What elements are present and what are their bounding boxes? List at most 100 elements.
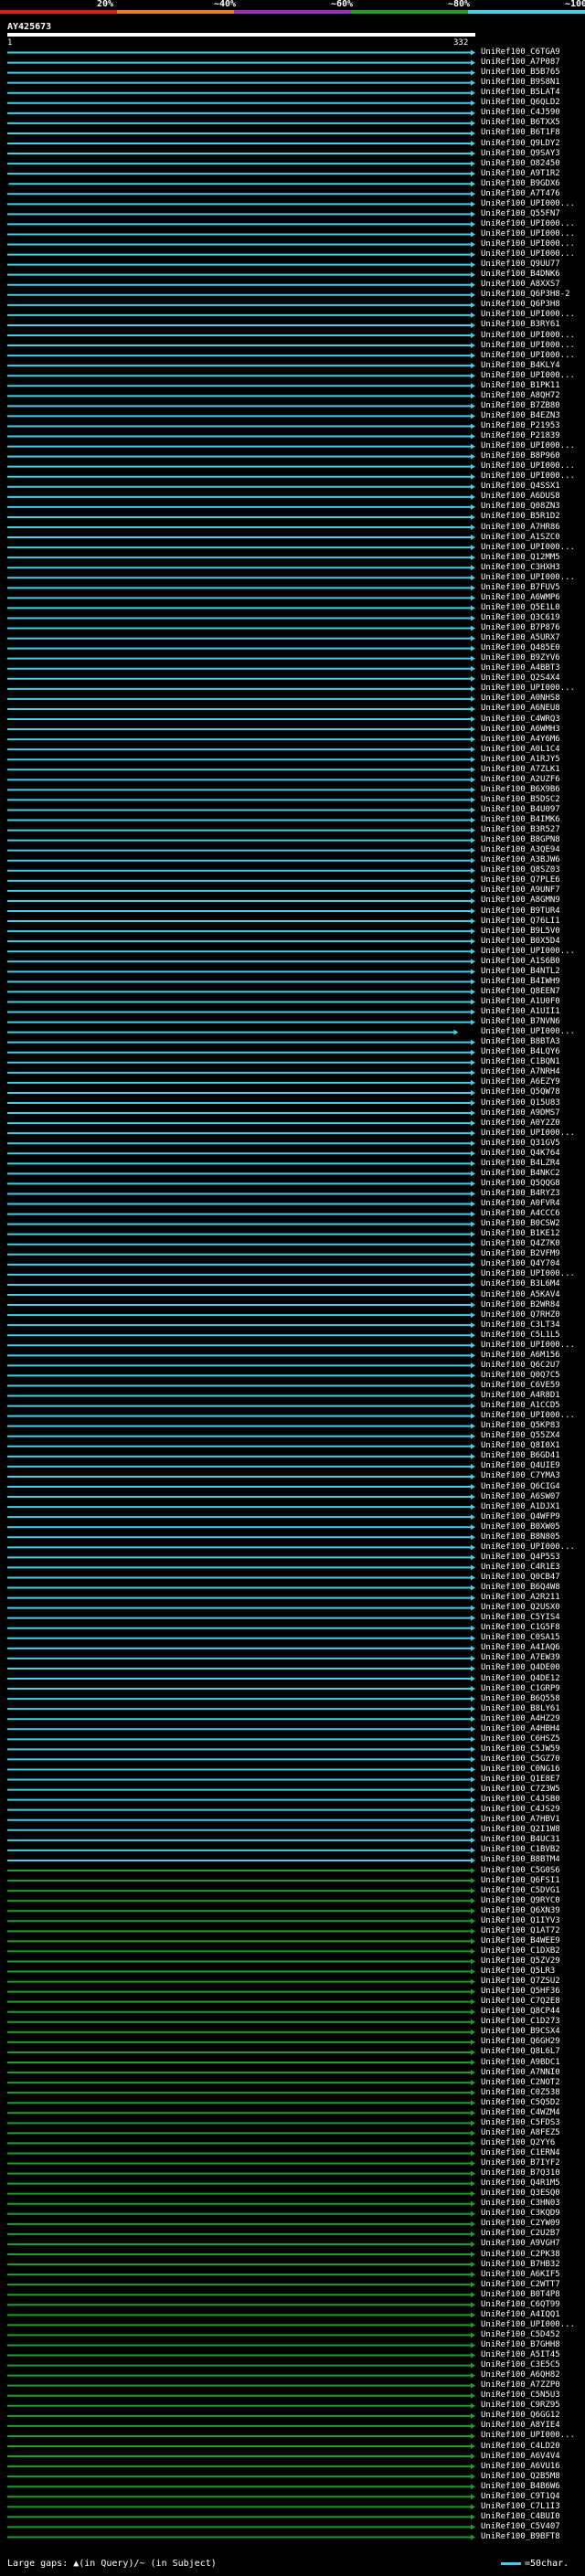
hit-label[interactable]: UniRef100_Q8EEN7 [481, 987, 560, 996]
hit-label[interactable]: UniRef100_Q4Y704 [481, 1260, 560, 1268]
hit-label[interactable]: UniRef100_B5R1D2 [481, 513, 560, 521]
hit-label[interactable]: UniRef100_Q55ZX4 [481, 1432, 560, 1440]
hit-label[interactable]: UniRef100_B4IMK6 [481, 816, 560, 824]
hit-label[interactable]: UniRef100_UPI000... [481, 462, 575, 471]
hit-label[interactable]: UniRef100_P21953 [481, 421, 560, 430]
hit-label[interactable]: UniRef100_Q2YY6 [481, 2138, 555, 2147]
hit-label[interactable]: UniRef100_C6HSZ5 [481, 1734, 560, 1744]
hit-label[interactable]: UniRef100_B0XW05 [481, 1522, 560, 1532]
hit-label[interactable]: UniRef100_A0L1C4 [481, 745, 560, 754]
hit-label[interactable]: UniRef100_A1SZC0 [481, 533, 560, 542]
hit-label[interactable]: UniRef100_Q6P3H8 [481, 301, 560, 309]
hit-label[interactable]: UniRef100_A8FEZ5 [481, 2128, 560, 2137]
hit-label[interactable]: UniRef100_A7NRH4 [481, 1068, 560, 1076]
hit-label[interactable]: UniRef100_B7Q310 [481, 2169, 560, 2178]
hit-label[interactable]: UniRef100_UPI000... [481, 1028, 575, 1036]
hit-label[interactable]: UniRef100_Q08ZN3 [481, 503, 560, 511]
hit-label[interactable]: UniRef100_UPI000... [481, 1129, 575, 1138]
hit-label[interactable]: UniRef100_A6QH82 [481, 2371, 560, 2380]
hit-label[interactable]: UniRef100_UPI000... [481, 573, 575, 582]
hit-label[interactable]: UniRef100_B3R527 [481, 826, 560, 834]
hit-label[interactable]: UniRef100_C2NOT2 [481, 2078, 560, 2087]
hit-label[interactable]: UniRef100_A4IQQ1 [481, 2310, 560, 2319]
hit-label[interactable]: UniRef100_Q1AT72 [481, 1926, 560, 1935]
hit-label[interactable]: UniRef100_C0Z538 [481, 2088, 560, 2097]
hit-label[interactable]: UniRef100_Q6QLD2 [481, 99, 560, 107]
hit-label[interactable]: UniRef100_B0CSW2 [481, 1220, 560, 1228]
hit-label[interactable]: UniRef100_C3HXH3 [481, 563, 560, 572]
hit-label[interactable]: UniRef100_Q4DE12 [481, 1674, 560, 1683]
hit-label[interactable]: UniRef100_UPI000... [481, 331, 575, 340]
hit-label[interactable]: UniRef100_C4JS29 [481, 1806, 560, 1814]
hit-label[interactable]: UniRef100_A6DUS8 [481, 493, 560, 501]
hit-label[interactable]: UniRef100_C2U2B7 [481, 2230, 560, 2238]
hit-label[interactable]: UniRef100_C2PK38 [481, 2250, 560, 2259]
hit-label[interactable]: UniRef100_A7ZLK1 [481, 765, 560, 774]
hit-label[interactable]: UniRef100_C1BQN1 [481, 1058, 560, 1066]
hit-label[interactable]: UniRef100_A9VGH7 [481, 2240, 560, 2248]
hit-label[interactable]: UniRef100_A4BBT3 [481, 664, 560, 673]
hit-label[interactable]: UniRef100_Q5QW78 [481, 1088, 560, 1097]
hit-label[interactable]: UniRef100_Q4WFP9 [481, 1512, 560, 1521]
hit-label[interactable]: UniRef100_Q8CP44 [481, 2008, 560, 2016]
hit-label[interactable]: UniRef100_UPI000... [481, 947, 575, 956]
hit-label[interactable]: UniRef100_B4U097 [481, 805, 560, 814]
hit-label[interactable]: UniRef100_C3HN03 [481, 2200, 560, 2208]
hit-label[interactable]: UniRef100_B8LY61 [481, 1704, 560, 1713]
hit-label[interactable]: UniRef100_A9DMS7 [481, 1108, 560, 1118]
hit-label[interactable]: UniRef100_O82450 [481, 159, 560, 168]
hit-label[interactable]: UniRef100_A0Y2Z0 [481, 1118, 560, 1128]
hit-label[interactable]: UniRef100_B4B6W6 [481, 2482, 560, 2491]
hit-label[interactable]: UniRef100_Q5LR3 [481, 1967, 555, 1976]
hit-label[interactable]: UniRef100_C7YMA3 [481, 1472, 560, 1480]
hit-label[interactable]: UniRef100_UPI000... [481, 351, 575, 360]
hit-label[interactable]: UniRef100_Q15U83 [481, 1098, 560, 1108]
hit-label[interactable]: UniRef100_C9RZ95 [481, 2401, 560, 2410]
hit-label[interactable]: UniRef100_B9BFT8 [481, 2532, 560, 2541]
hit-label[interactable]: UniRef100_Q1E8E7 [481, 1776, 560, 1784]
hit-label[interactable]: UniRef100_B4IWH9 [481, 977, 560, 986]
hit-label[interactable]: UniRef100_A1DJX1 [481, 1502, 560, 1511]
hit-label[interactable]: UniRef100_A7HR86 [481, 523, 560, 532]
hit-label[interactable]: UniRef100_UPI000... [481, 472, 575, 481]
hit-label[interactable]: UniRef100_C0NG16 [481, 1765, 560, 1774]
hit-label[interactable]: UniRef100_Q0Q7C5 [481, 1371, 560, 1380]
hit-label[interactable]: UniRef100_B7GHH8 [481, 2340, 560, 2349]
hit-label[interactable]: UniRef100_A6WMP6 [481, 593, 560, 602]
hit-label[interactable]: UniRef100_A5URX7 [481, 634, 560, 642]
hit-label[interactable]: UniRef100_UPI000... [481, 229, 575, 239]
hit-label[interactable]: UniRef100_A4HZ29 [481, 1714, 560, 1723]
hit-label[interactable]: UniRef100_UPI000... [481, 1412, 575, 1420]
hit-label[interactable]: UniRef100_Q1IYV3 [481, 1916, 560, 1925]
hit-label[interactable]: UniRef100_UPI000... [481, 1270, 575, 1278]
hit-label[interactable]: UniRef100_A6SW07 [481, 1492, 560, 1501]
hit-label[interactable]: UniRef100_C4LD20 [481, 2442, 560, 2451]
hit-label[interactable]: UniRef100_A8XXS7 [481, 281, 560, 289]
hit-label[interactable]: UniRef100_C5JW59 [481, 1744, 560, 1754]
hit-label[interactable]: UniRef100_B6GD41 [481, 1452, 560, 1460]
hit-label[interactable]: UniRef100_A9T1R2 [481, 169, 560, 178]
hit-label[interactable]: UniRef100_A8YIE4 [481, 2422, 560, 2430]
hit-label[interactable]: UniRef100_Q5QQG8 [481, 1179, 560, 1188]
hit-label[interactable]: UniRef100_A7EW39 [481, 1654, 560, 1662]
hit-label[interactable]: UniRef100_UPI000... [481, 311, 575, 319]
hit-label[interactable]: UniRef100_C1ERN4 [481, 2148, 560, 2157]
hit-label[interactable]: UniRef100_A6V4V4 [481, 2452, 560, 2461]
hit-label[interactable]: UniRef100_A1RJY5 [481, 755, 560, 764]
hit-label[interactable]: UniRef100_B4EZN3 [481, 411, 560, 420]
hit-label[interactable]: UniRef100_Q2I1W8 [481, 1826, 560, 1834]
hit-label[interactable]: UniRef100_Q12MM5 [481, 553, 560, 562]
hit-label[interactable]: UniRef100_C7Z3W5 [481, 1786, 560, 1794]
hit-label[interactable]: UniRef100_A8GMN9 [481, 896, 560, 905]
hit-label[interactable]: UniRef100_C4JSB0 [481, 1796, 560, 1804]
hit-label[interactable]: UniRef100_A1UII1 [481, 1008, 560, 1016]
hit-label[interactable]: UniRef100_Q7PLE6 [481, 876, 560, 885]
hit-label[interactable]: UniRef100_C3E5C5 [481, 2361, 560, 2369]
hit-label[interactable]: UniRef100_A4Y6M6 [481, 735, 560, 744]
hit-label[interactable]: UniRef100_A7ZZP0 [481, 2381, 560, 2390]
hit-label[interactable]: UniRef100_Q2S4X4 [481, 674, 560, 683]
hit-label[interactable]: UniRef100_Q6GH29 [481, 2038, 560, 2046]
hit-label[interactable]: UniRef100_Q9SAY3 [481, 149, 560, 158]
hit-label[interactable]: UniRef100_A8QH72 [481, 391, 560, 400]
hit-label[interactable]: UniRef100_B1PK11 [481, 381, 560, 390]
